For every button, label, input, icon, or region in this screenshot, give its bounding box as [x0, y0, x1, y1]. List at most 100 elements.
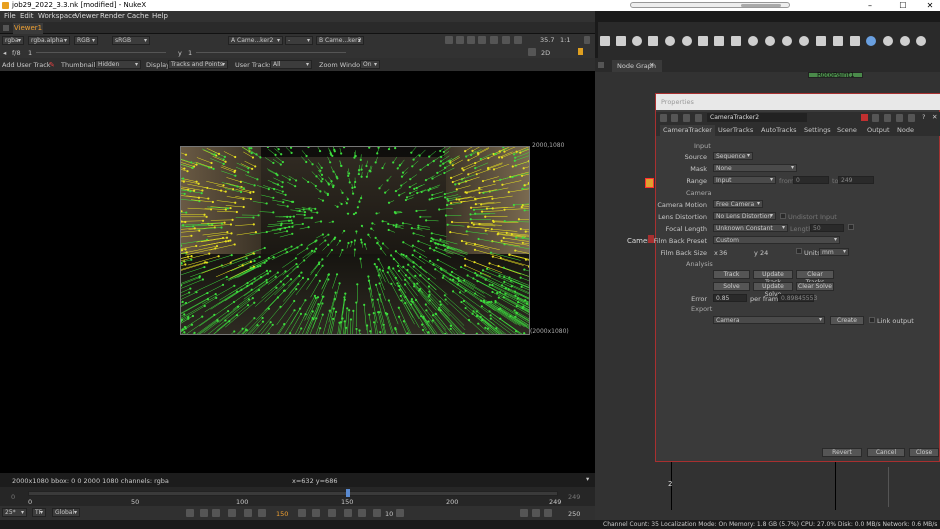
gamma-value[interactable]: 1 [188, 49, 192, 57]
update-solve-button[interactable]: Update Solve [753, 282, 793, 298]
create-button[interactable]: Create [830, 316, 864, 325]
keyer-node-icon[interactable] [698, 36, 708, 46]
alpha-channel-dropdown[interactable]: rgba.alpha [28, 36, 70, 45]
node-color-icon[interactable] [683, 114, 690, 122]
last-frame-icon[interactable] [344, 509, 352, 517]
cancel-button[interactable]: Cancel [867, 448, 905, 457]
timeline[interactable]: 0 0 50 100 150 200 249 249 [0, 487, 595, 506]
pane-menu-icon[interactable] [3, 25, 9, 31]
solve-button[interactable]: Solve [713, 282, 750, 291]
thumbnails-dropdown[interactable]: Hidden [95, 60, 141, 69]
maximize-button[interactable]: ☐ [893, 0, 913, 11]
film-back-y-field[interactable]: 24 [760, 249, 768, 257]
play-forward-icon[interactable] [298, 509, 306, 517]
deep-node-icon[interactable] [816, 36, 826, 46]
prev-keyframe-icon[interactable] [212, 509, 220, 517]
views-node-icon[interactable] [765, 36, 775, 46]
menu-workspace[interactable]: Workspace [38, 12, 76, 20]
menu-cache[interactable]: Cache [127, 12, 149, 20]
update-track-button[interactable]: Update Track [753, 270, 793, 286]
particles-node-icon[interactable] [799, 36, 809, 46]
channel-node-icon[interactable] [648, 36, 658, 46]
node-name-field[interactable]: CameraTracker2 [707, 113, 807, 122]
refresh-icon[interactable] [502, 36, 510, 44]
zoom-value[interactable]: 35.7 [540, 36, 554, 44]
timeline-playhead[interactable] [346, 489, 350, 497]
viewer-settings-icon[interactable] [584, 36, 590, 44]
menu-help[interactable]: Help [152, 12, 168, 20]
filter-node-icon[interactable] [682, 36, 692, 46]
prev-increment-step-icon[interactable] [373, 509, 381, 517]
range-scope-dropdown[interactable]: Global [52, 508, 80, 517]
render-icon[interactable] [532, 509, 540, 517]
undo-icon[interactable] [872, 114, 879, 122]
metadata-node-icon[interactable] [782, 36, 792, 46]
close-button[interactable]: Close [909, 448, 939, 457]
clear-solve-button[interactable]: Clear Solve [796, 282, 834, 291]
stop-icon[interactable] [358, 509, 366, 517]
tab-output[interactable]: Output [864, 125, 893, 136]
help-question-icon[interactable]: ? [922, 113, 925, 121]
toolsets-node-icon[interactable] [833, 36, 843, 46]
add-track-icon[interactable]: ✎ [49, 62, 55, 69]
range-dropdown[interactable]: Input [713, 176, 776, 184]
mask-dropdown[interactable]: None [713, 164, 797, 172]
minimize-button[interactable]: – [860, 0, 880, 11]
lens-distortion-dropdown[interactable]: No Lens Distortion [713, 212, 776, 220]
undistort-checkbox[interactable] [780, 213, 786, 219]
link-output-checkbox[interactable] [869, 317, 875, 323]
range-to-field[interactable]: 249 [838, 176, 874, 184]
3d-node-icon[interactable] [748, 36, 758, 46]
color-node-icon[interactable] [665, 36, 675, 46]
camera-motion-dropdown[interactable]: Free Camera [713, 200, 763, 208]
safe-area-icon[interactable] [456, 36, 464, 44]
track-button[interactable]: Track [713, 270, 750, 279]
float-panel-icon[interactable] [908, 114, 915, 122]
timeline-track[interactable] [28, 491, 558, 496]
other-node-icon[interactable] [850, 36, 860, 46]
film-back-x-field[interactable]: 36 [719, 249, 727, 257]
gamma-slider[interactable] [196, 52, 346, 53]
revert-icon[interactable] [896, 114, 903, 122]
close-window-button[interactable]: ✕ [920, 0, 940, 11]
merge-node-icon[interactable] [714, 36, 724, 46]
frame-increment-field[interactable]: 10 [385, 510, 393, 518]
time-node-icon[interactable] [632, 36, 642, 46]
export-dropdown[interactable]: Camera [713, 316, 825, 324]
timeline-format-dropdown[interactable]: TF [32, 508, 46, 517]
lock-range-icon[interactable] [186, 509, 194, 517]
clip-warning-icon[interactable] [478, 36, 486, 44]
flipbook-icon[interactable] [520, 509, 528, 517]
menu-edit[interactable]: Edit [20, 12, 34, 20]
film-back-preset-dropdown[interactable]: Custom [713, 236, 840, 244]
airmanager-node-icon[interactable] [883, 36, 893, 46]
prev-frame-icon[interactable] [244, 509, 252, 517]
next-increment-step-icon[interactable] [396, 509, 404, 517]
end-frame-field[interactable]: 250 [568, 510, 580, 518]
node-red-marker[interactable] [645, 178, 654, 188]
gain-value[interactable]: 1 [28, 49, 32, 57]
tab-usertracks[interactable]: UserTracks [715, 125, 756, 136]
tab-scene[interactable]: Scene [834, 125, 860, 136]
pixel-ratio-value[interactable]: 1:1 [560, 36, 570, 44]
gizmos-node-icon[interactable] [916, 36, 926, 46]
tab-viewer1[interactable]: Viewer1 [13, 23, 43, 34]
transform-node-icon[interactable] [731, 36, 741, 46]
redo-icon[interactable] [884, 114, 891, 122]
tab-node[interactable]: Node [894, 125, 917, 136]
next-frame-icon[interactable] [312, 509, 320, 517]
panel-close-icon[interactable]: ✕ [932, 113, 937, 121]
loop-mode-icon[interactable] [544, 509, 552, 517]
user-tracks-dropdown[interactable]: All [270, 60, 312, 69]
per-frame-field[interactable]: 0.89845553 [778, 294, 817, 302]
zoom-window-dropdown[interactable]: On [360, 60, 380, 69]
node-color-swatch[interactable] [861, 114, 868, 121]
tab-autotracks[interactable]: AutoTracks [758, 125, 800, 136]
fps-dropdown[interactable]: 25* [2, 508, 27, 517]
menu-render[interactable]: Render [100, 12, 125, 20]
tab-settings[interactable]: Settings [801, 125, 834, 136]
plugins-node-icon[interactable] [900, 36, 910, 46]
units-dropdown[interactable]: mm [819, 248, 849, 256]
compare-mode-dropdown[interactable]: - [285, 36, 313, 45]
tab-cameratracker[interactable]: CameraTracker [660, 125, 715, 136]
